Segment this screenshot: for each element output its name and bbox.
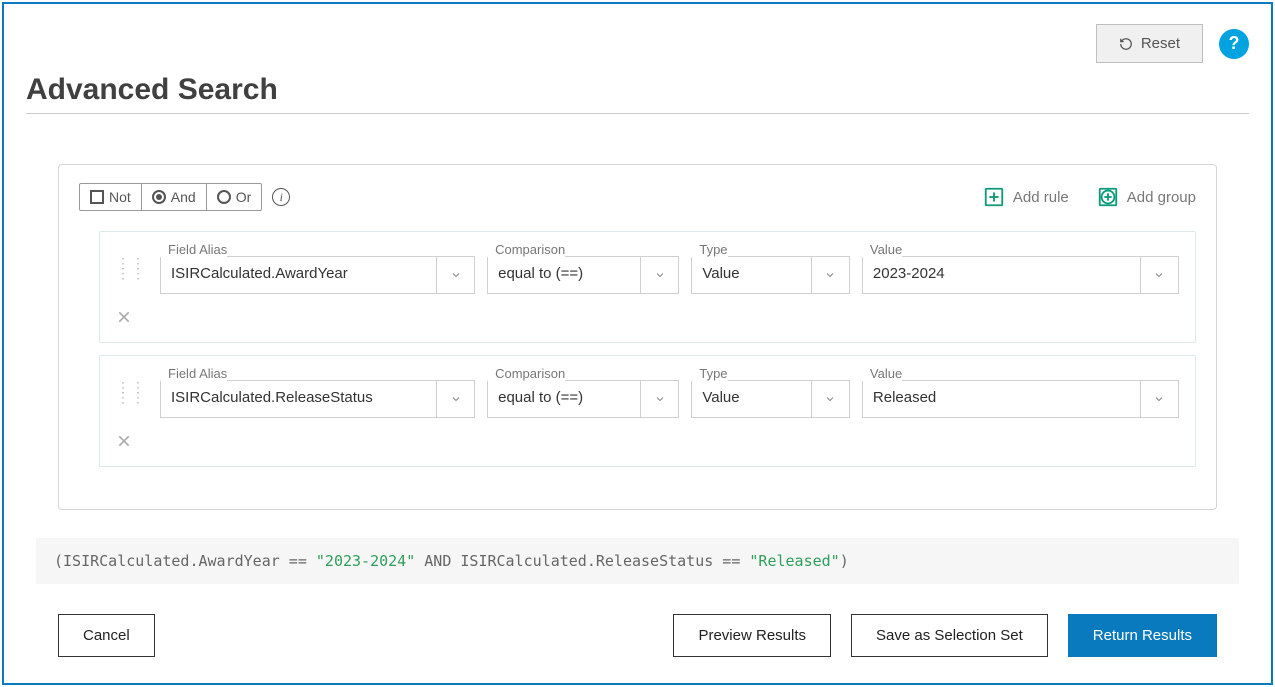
help-button[interactable]: ?	[1219, 29, 1249, 59]
reset-icon	[1119, 37, 1133, 51]
field-alias-select[interactable]: ISIRCalculated.AwardYear	[160, 256, 475, 294]
title-divider	[26, 113, 1249, 114]
chevron-down-icon[interactable]	[436, 257, 474, 293]
info-icon[interactable]: i	[272, 188, 290, 206]
plus-icon	[983, 186, 1005, 208]
chevron-down-icon[interactable]	[436, 381, 474, 417]
chevron-down-icon[interactable]	[640, 257, 678, 293]
chevron-down-icon[interactable]	[811, 257, 849, 293]
remove-rule-button[interactable]	[116, 308, 136, 328]
logic-or[interactable]: Or	[207, 184, 262, 210]
type-select[interactable]: Value	[691, 380, 850, 418]
return-results-button[interactable]: Return Results	[1068, 614, 1217, 657]
reset-button[interactable]: Reset	[1096, 24, 1203, 63]
field-label: Value	[862, 242, 902, 257]
field-label: Type	[691, 366, 727, 381]
logic-and[interactable]: And	[142, 184, 207, 210]
comparison-select[interactable]: equal to (==)	[487, 380, 679, 418]
rule-block: ⋮⋮⋮⋮ Field Alias ISIRCalculated.AwardYea…	[99, 231, 1196, 343]
field-label: Value	[862, 366, 902, 381]
reset-label: Reset	[1141, 35, 1180, 52]
preview-results-button[interactable]: Preview Results	[673, 614, 831, 657]
remove-rule-button[interactable]	[116, 432, 136, 452]
field-label: Field Alias	[160, 366, 227, 381]
drag-handle-icon[interactable]: ⋮⋮⋮⋮	[116, 382, 146, 402]
drag-handle-icon[interactable]: ⋮⋮⋮⋮	[116, 258, 146, 278]
field-label: Comparison	[487, 366, 565, 381]
save-selection-set-button[interactable]: Save as Selection Set	[851, 614, 1048, 657]
chevron-down-icon[interactable]	[1140, 381, 1178, 417]
logic-toggle: Not And Or	[79, 183, 262, 211]
app-frame: Reset ? Advanced Search Not And	[2, 2, 1273, 685]
chevron-down-icon[interactable]	[811, 381, 849, 417]
field-alias-select[interactable]: ISIRCalculated.ReleaseStatus	[160, 380, 475, 418]
cancel-button[interactable]: Cancel	[58, 614, 155, 657]
topbar: Reset ?	[26, 24, 1249, 63]
rule-block: ⋮⋮⋮⋮ Field Alias ISIRCalculated.ReleaseS…	[99, 355, 1196, 467]
logic-not[interactable]: Not	[80, 184, 142, 210]
query-builder: Not And Or i	[58, 164, 1217, 510]
page-title: Advanced Search	[26, 73, 1249, 107]
field-label: Comparison	[487, 242, 565, 257]
radio-icon-selected	[152, 190, 166, 204]
value-select[interactable]: Released	[862, 380, 1179, 418]
checkbox-icon	[90, 190, 104, 204]
chevron-down-icon[interactable]	[640, 381, 678, 417]
add-rule-button[interactable]: Add rule	[983, 186, 1069, 208]
radio-icon	[217, 190, 231, 204]
plus-circle-icon	[1097, 186, 1119, 208]
value-select[interactable]: 2023-2024	[862, 256, 1179, 294]
add-group-button[interactable]: Add group	[1097, 186, 1196, 208]
chevron-down-icon[interactable]	[1140, 257, 1178, 293]
type-select[interactable]: Value	[691, 256, 850, 294]
comparison-select[interactable]: equal to (==)	[487, 256, 679, 294]
query-preview: (ISIRCalculated.AwardYear == "2023-2024"…	[36, 538, 1239, 584]
field-label: Field Alias	[160, 242, 227, 257]
field-label: Type	[691, 242, 727, 257]
